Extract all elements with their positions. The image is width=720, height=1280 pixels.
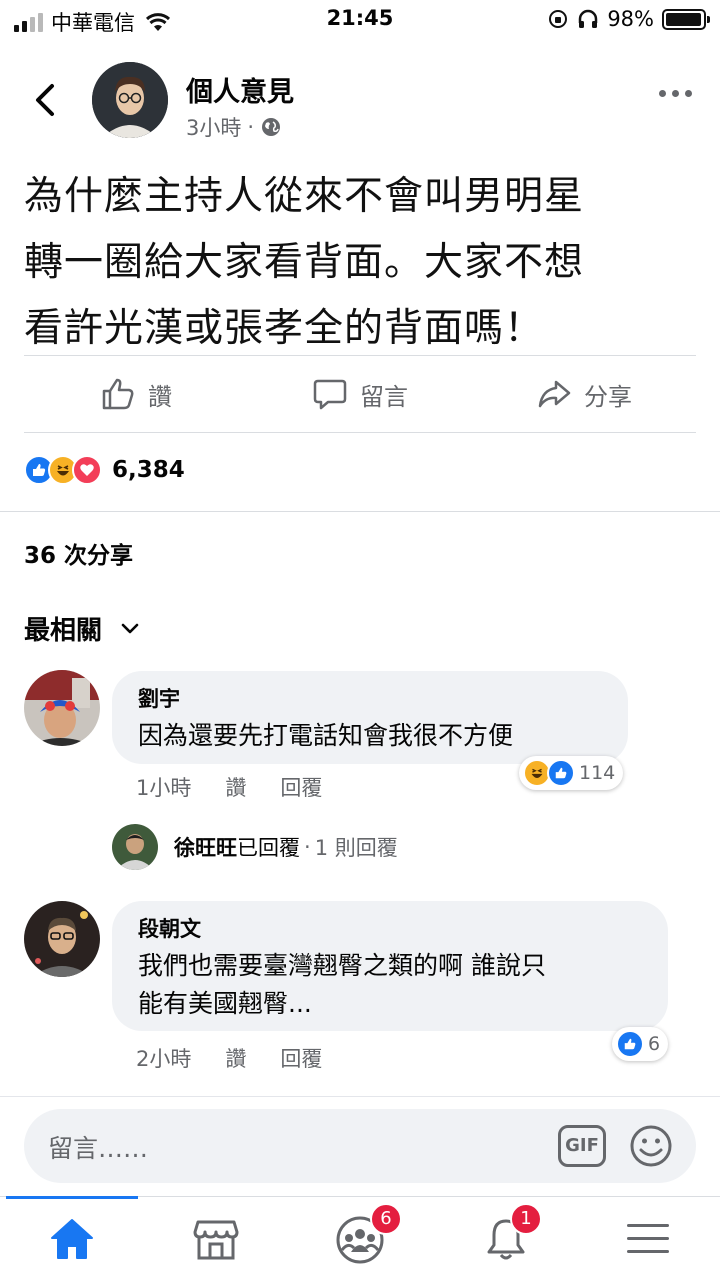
share-label: 分享 [584, 382, 632, 411]
comment-reaction-count: 114 [579, 762, 616, 784]
status-bar: 中華電信 21:45 98% [0, 0, 720, 40]
comment-time: 2小時 [136, 1047, 192, 1071]
bottom-tab-bar: 6 1 [0, 1196, 720, 1280]
comment-input-placeholder: 留言…… [48, 1134, 149, 1163]
replied-label: 已回覆 [237, 836, 300, 860]
view-replies-button[interactable]: 徐旺旺 已回覆 · 1 則回覆 [112, 824, 398, 870]
comment-actions: 1小時 讚 回覆 [136, 772, 322, 802]
like-label: 讚 [148, 382, 172, 411]
post-text-line: 轉一圈給大家看背面。大家不想 [24, 240, 585, 285]
back-arrow-icon[interactable] [28, 78, 64, 122]
comment-like-button[interactable]: 讚 [225, 1043, 246, 1073]
comment-bubble[interactable]: 段朝文 我們也需要臺灣翹臀之類的啊 誰說只 能有美國翹臀... [112, 901, 668, 1031]
comment-bubble-icon [313, 379, 347, 410]
tab-marketplace[interactable] [180, 1209, 252, 1269]
replier-name: 徐旺旺 [174, 836, 237, 860]
hamburger-menu-icon [627, 1224, 669, 1253]
replier-avatar [112, 824, 158, 870]
notifications-badge: 1 [510, 1203, 542, 1235]
post-action-bar: 讚 留言 分享 [24, 355, 696, 433]
comment-text-line: 能有美國翹臀... [138, 989, 312, 1018]
commenter-avatar[interactable] [24, 901, 100, 977]
comment-sort-label: 最相關 [24, 616, 103, 646]
comment-text: 因為還要先打電話知會我很不方便 [138, 717, 602, 755]
thumbs-up-icon [102, 378, 134, 410]
comment-text: 我們也需要臺灣翹臀之類的啊 誰說只 能有美國翹臀... [138, 947, 642, 1023]
battery-level [666, 12, 702, 26]
tab-notifications[interactable]: 1 [470, 1203, 542, 1269]
author-avatar[interactable] [92, 62, 168, 138]
battery-icon [662, 8, 710, 30]
divider [0, 511, 720, 512]
comment-reaction-count: 6 [648, 1033, 661, 1055]
comment-input[interactable]: 留言…… GIF [24, 1109, 696, 1183]
post-text-line: 看許光漢或張孝全的背面嗎！ [24, 306, 545, 351]
comment-button[interactable]: 留言 [248, 356, 472, 432]
comment-reply-button[interactable]: 回覆 [280, 772, 322, 802]
reply-count: 1 則回覆 [314, 836, 398, 860]
groups-badge: 6 [370, 1203, 402, 1235]
comment-composer-area: 留言…… GIF [0, 1096, 720, 1196]
orientation-lock-icon [549, 10, 568, 28]
love-reaction-icon [72, 455, 102, 485]
comment-actions: 2小時 讚 回覆 [136, 1043, 322, 1073]
author-name[interactable]: 個人意見 [186, 70, 294, 109]
like-button[interactable]: 讚 [24, 356, 248, 432]
battery-percent: 98% [607, 7, 654, 31]
commenter-avatar[interactable] [24, 670, 100, 746]
comment-sort-dropdown[interactable]: 最相關 [24, 610, 140, 647]
meta-separator: · [247, 115, 255, 139]
comment-bubble[interactable]: 劉宇 因為還要先打電話知會我很不方便 [112, 671, 628, 764]
share-button[interactable]: 分享 [472, 356, 696, 432]
comment-like-button[interactable]: 讚 [225, 772, 246, 802]
globe-icon [262, 118, 281, 136]
reactions-summary[interactable]: 6,384 [24, 455, 185, 485]
share-count[interactable]: 36 次分享 [24, 536, 133, 570]
more-options-icon[interactable] [659, 90, 692, 97]
post-meta: 3小時 · [186, 112, 282, 142]
marketplace-icon [193, 1220, 239, 1260]
tab-groups[interactable]: 6 [324, 1203, 402, 1269]
emoji-icon[interactable] [628, 1123, 674, 1169]
like-reaction-icon [616, 1030, 644, 1058]
post-time[interactable]: 3小時 [186, 112, 241, 142]
comment-reply-button[interactable]: 回覆 [280, 1043, 322, 1073]
reply-separator: · [304, 835, 311, 859]
comment-text-line: 因為還要先打電話知會我很不方便 [138, 721, 514, 750]
comment-text-line: 我們也需要臺灣翹臀之類的啊 誰說只 [138, 951, 546, 980]
gif-button[interactable]: GIF [558, 1125, 606, 1167]
like-reaction-icon [547, 759, 575, 787]
headphones-icon [579, 9, 598, 28]
tab-home[interactable] [36, 1209, 108, 1269]
commenter-name[interactable]: 劉宇 [138, 683, 602, 713]
comment-label: 留言 [360, 382, 408, 411]
active-tab-indicator [6, 1196, 138, 1199]
post-text: 為什麼主持人從來不會叫男明星 轉一圈給大家看背面。大家不想 看許光漢或張孝全的背… [24, 164, 696, 362]
reaction-count: 6,384 [112, 457, 185, 483]
tab-menu[interactable] [612, 1209, 684, 1269]
share-arrow-icon [538, 380, 571, 408]
comment-reactions[interactable]: 6 [612, 1027, 669, 1061]
commenter-name[interactable]: 段朝文 [138, 913, 642, 943]
chevron-down-icon [121, 623, 139, 633]
comment-reactions[interactable]: 114 [519, 756, 624, 790]
home-icon [51, 1219, 93, 1259]
comment-time: 1小時 [136, 776, 192, 800]
post-text-line: 為什麼主持人從來不會叫男明星 [24, 174, 585, 219]
